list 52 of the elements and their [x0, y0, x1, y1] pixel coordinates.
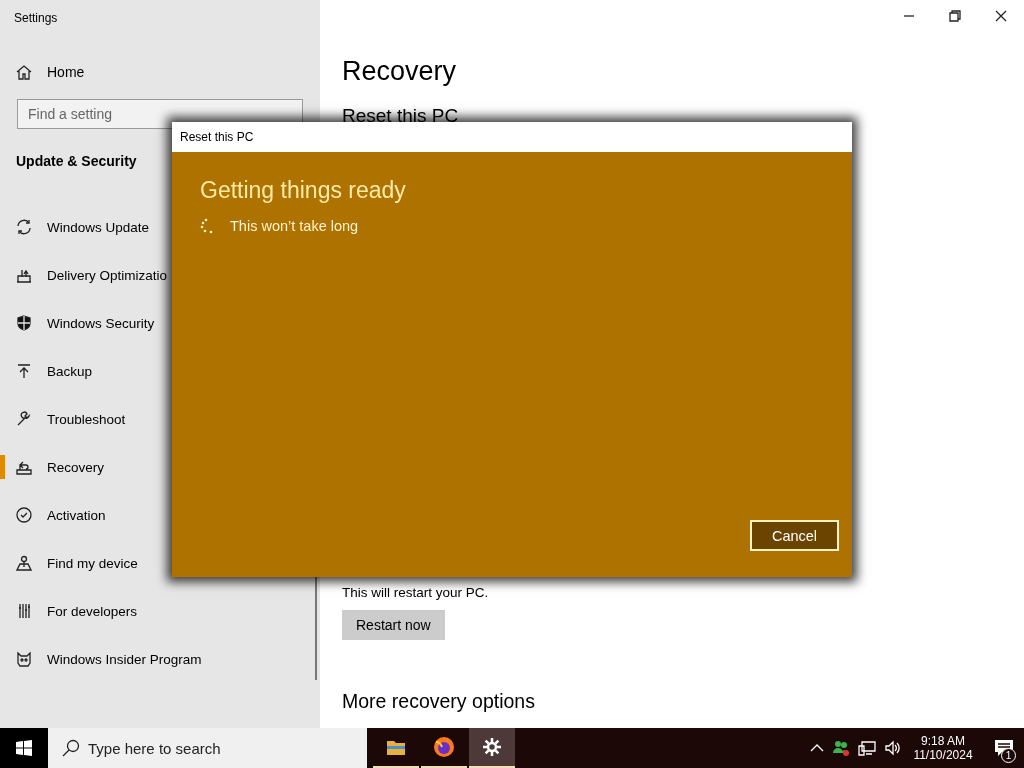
search-field[interactable]: Find a setting: [17, 99, 303, 129]
clock-date[interactable]: 11/10/2024: [910, 748, 976, 762]
recovery-icon: [16, 459, 32, 475]
location-person-icon: [16, 555, 32, 571]
cancel-button[interactable]: Cancel: [750, 520, 839, 551]
browser-icon: [433, 736, 455, 758]
sidebar-item[interactable]: Windows Security: [0, 299, 320, 347]
check-circle-icon: [16, 507, 32, 523]
gear-icon: [482, 737, 502, 757]
section-heading: More recovery options: [342, 690, 536, 713]
selection-indicator: [0, 455, 5, 479]
tools-icon: [16, 603, 32, 619]
cat-icon: [16, 651, 32, 667]
chevron-up-icon: [810, 743, 824, 753]
window-title: Settings: [14, 11, 59, 25]
description-text: This will restart your PC.: [342, 585, 490, 600]
windows-logo-icon: [16, 740, 32, 756]
home-icon: [16, 64, 32, 80]
volume-icon: [884, 740, 902, 756]
upload-arrow-icon: [16, 363, 32, 379]
taskbar-app[interactable]: [469, 728, 515, 768]
dialog-title: Reset this PC: [180, 130, 254, 144]
sidebar-item[interactable]: Backup: [0, 347, 320, 395]
sidebar-item[interactable]: For developers: [0, 587, 320, 635]
sidebar-item[interactable]: Find my device: [0, 539, 320, 587]
download-tray-icon: [16, 267, 32, 283]
notification-badge: 1: [1001, 748, 1016, 763]
section-title: Update & Security: [16, 153, 138, 169]
dialog-heading: Getting things ready: [200, 177, 407, 204]
folder-icon: [386, 738, 406, 756]
restore-icon: [949, 10, 961, 22]
section-heading: Reset this PC: [342, 105, 460, 127]
people-icon: [832, 739, 850, 757]
sync-icon: [16, 219, 32, 235]
taskbar-search-field[interactable]: Type here to search: [48, 728, 367, 768]
sidebar-item[interactable]: Recovery: [0, 443, 320, 491]
home-link[interactable]: Home: [16, 64, 320, 80]
sidebar-item[interactable]: Windows Insider Program: [0, 635, 320, 683]
notification-button[interactable]: 1: [984, 728, 1024, 768]
sidebar-item[interactable]: Troubleshoot: [0, 395, 320, 443]
start-button[interactable]: [0, 728, 48, 768]
sidebar-item[interactable]: Activation: [0, 491, 320, 539]
close-icon: [995, 10, 1007, 22]
clock-time[interactable]: 9:18 AM: [910, 734, 976, 748]
search-icon: [62, 739, 80, 757]
status-text: This won’t take long: [230, 218, 359, 234]
wrench-icon: [16, 411, 32, 427]
network-icon: [858, 740, 876, 756]
sidebar-item[interactable]: Delivery Optimizatio: [0, 251, 320, 299]
shield-icon: [16, 315, 32, 331]
restart-button[interactable]: Restart now: [342, 610, 445, 640]
page-title: Recovery: [342, 56, 458, 87]
